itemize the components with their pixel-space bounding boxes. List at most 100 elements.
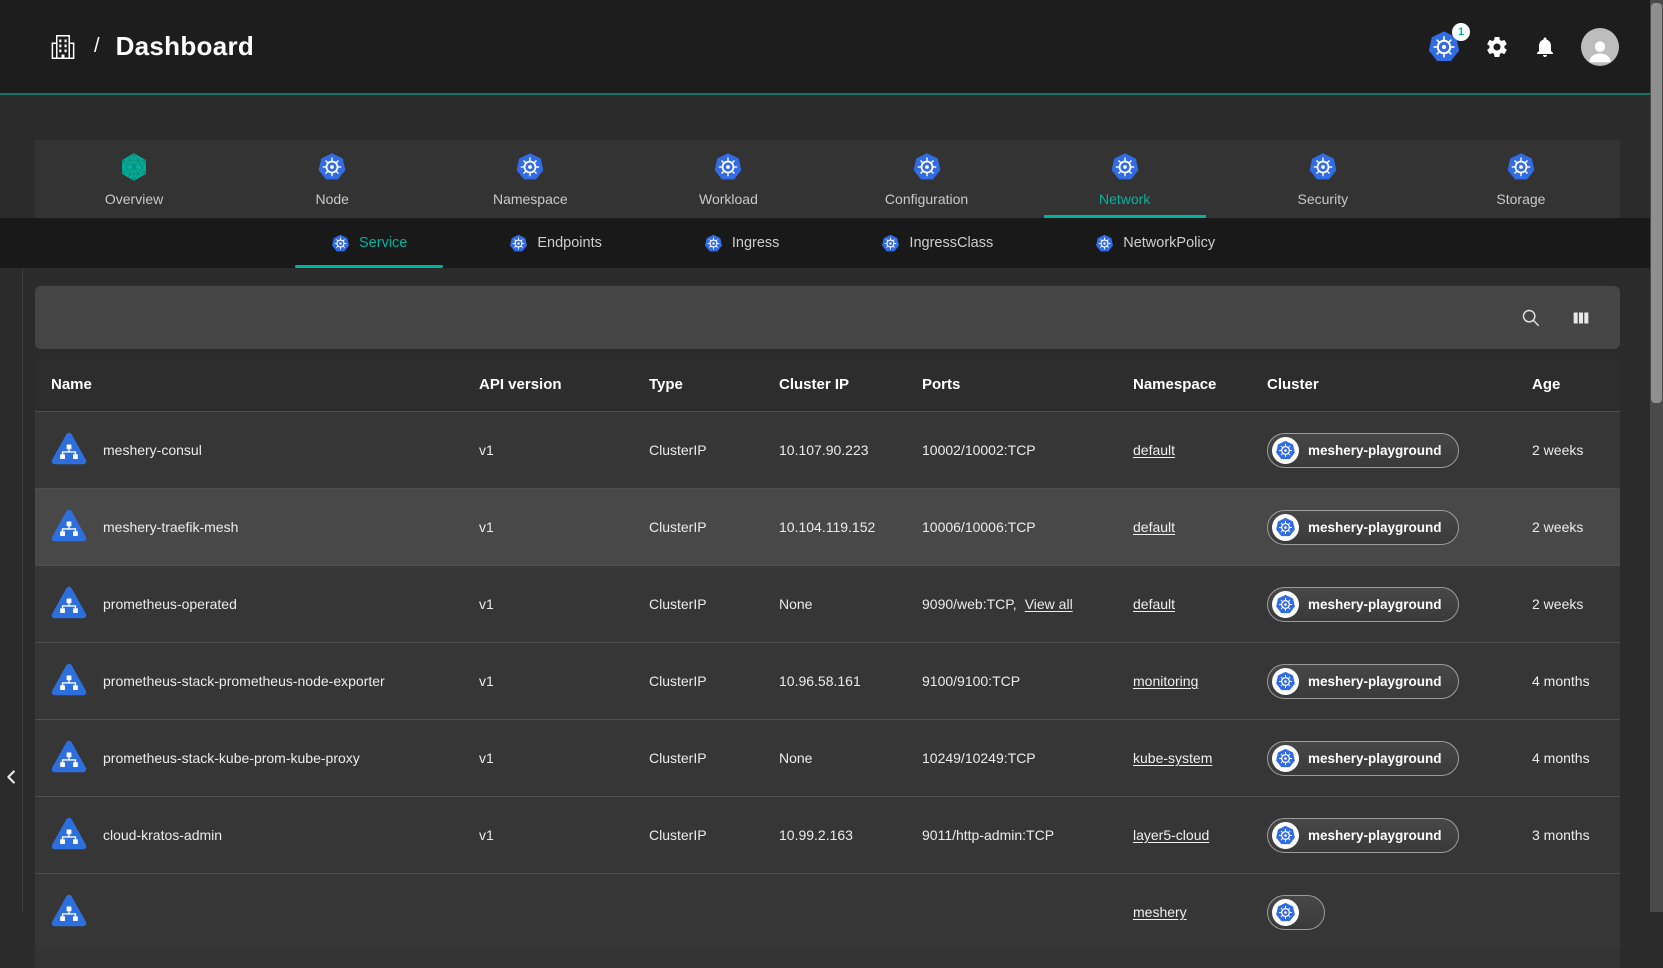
namespace-link[interactable]: monitoring (1133, 673, 1198, 689)
subtab-label: NetworkPolicy (1123, 235, 1215, 251)
cluster-chip[interactable] (1267, 895, 1325, 930)
subtab-networkpolicy[interactable]: NetworkPolicy (1089, 218, 1221, 268)
column-header-namespace[interactable]: Namespace (1133, 376, 1267, 393)
cluster-chip[interactable]: meshery-playground (1267, 587, 1459, 622)
cell-cluster: meshery-playground (1267, 664, 1532, 699)
cluster-chip[interactable]: meshery-playground (1267, 433, 1459, 468)
subtab-ingressclass[interactable]: IngressClass (875, 218, 999, 268)
subtab-label: Ingress (732, 235, 780, 251)
tab-node[interactable]: Node (233, 140, 431, 218)
cluster-chip[interactable]: meshery-playground (1267, 510, 1459, 545)
subtab-label: Endpoints (537, 235, 602, 251)
view-columns-button[interactable] (1570, 307, 1592, 329)
table-row[interactable]: prometheus-stack-kube-prom-kube-proxy v1… (35, 719, 1620, 796)
tab-security[interactable]: Security (1224, 140, 1422, 218)
cell-ports: 9011/http-admin:TCP (922, 827, 1133, 843)
kubernetes-icon (704, 234, 723, 253)
tab-workload[interactable]: Workload (629, 140, 827, 218)
tab-namespace[interactable]: Namespace (431, 140, 629, 218)
network-subtabs: Service Endpoints Ingress IngressClass N… (0, 218, 1663, 268)
cell-name: prometheus-operated (35, 586, 479, 622)
tab-overview[interactable]: Overview (35, 140, 233, 218)
column-header-ports[interactable]: Ports (922, 376, 1133, 393)
tab-label: Namespace (493, 191, 568, 207)
cell-ports: 10006/10006:TCP (922, 519, 1133, 535)
page-scrollbar[interactable] (1650, 0, 1663, 912)
cell-cluster-ip: None (779, 750, 922, 766)
cell-type: ClusterIP (649, 827, 779, 843)
kubernetes-icon (1095, 234, 1114, 253)
breadcrumb-separator: / (94, 35, 100, 58)
namespace-link[interactable]: layer5-cloud (1133, 827, 1209, 843)
collapse-panel-button[interactable] (0, 758, 23, 798)
table-row[interactable]: prometheus-stack-prometheus-node-exporte… (35, 642, 1620, 719)
cell-cluster (1267, 895, 1532, 930)
tab-label: Overview (105, 191, 163, 207)
kubernetes-icon (912, 152, 942, 182)
cell-namespace: meshery (1133, 904, 1267, 920)
service-icon (49, 663, 89, 699)
column-header-cluster[interactable]: Cluster (1267, 376, 1532, 393)
cell-cluster-ip: 10.107.90.223 (779, 442, 922, 458)
subtab-ingress[interactable]: Ingress (698, 218, 786, 268)
cell-cluster: meshery-playground (1267, 510, 1532, 545)
kubernetes-icon (331, 234, 350, 253)
settings-button[interactable] (1485, 35, 1509, 59)
column-header-api-version[interactable]: API version (479, 376, 649, 393)
table-row[interactable]: cloud-kratos-admin v1 ClusterIP 10.99.2.… (35, 796, 1620, 873)
table-header-row: Name API version Type Cluster IP Ports N… (35, 358, 1620, 411)
header-accent-divider (0, 93, 1663, 95)
cell-cluster: meshery-playground (1267, 433, 1532, 468)
namespace-link[interactable]: default (1133, 442, 1175, 458)
notifications-button[interactable] (1533, 35, 1557, 59)
cell-namespace: default (1133, 519, 1267, 535)
cell-name: prometheus-stack-prometheus-node-exporte… (35, 663, 479, 699)
cell-cluster-ip: 10.99.2.163 (779, 827, 922, 843)
column-header-age[interactable]: Age (1532, 376, 1620, 393)
cluster-chip[interactable]: meshery-playground (1267, 664, 1459, 699)
tab-configuration[interactable]: Configuration (828, 140, 1026, 218)
tab-label: Network (1099, 191, 1150, 207)
view-columns-icon (1570, 307, 1592, 329)
search-button[interactable] (1520, 307, 1542, 329)
subtab-endpoints[interactable]: Endpoints (503, 218, 608, 268)
tab-storage[interactable]: Storage (1422, 140, 1620, 218)
building-icon[interactable] (48, 32, 78, 62)
table-row[interactable]: meshery-consul v1 ClusterIP 10.107.90.22… (35, 411, 1620, 488)
namespace-link[interactable]: default (1133, 596, 1175, 612)
cluster-chip[interactable]: meshery-playground (1267, 818, 1459, 853)
namespace-link[interactable]: default (1133, 519, 1175, 535)
cluster-chip[interactable]: meshery-playground (1267, 741, 1459, 776)
cell-cluster-ip: 10.96.58.161 (779, 673, 922, 689)
cell-type: ClusterIP (649, 750, 779, 766)
resource-tabs: Overview Node Namespace Workload Configu… (35, 140, 1620, 218)
kubernetes-icon (1272, 591, 1299, 618)
tab-label: Configuration (885, 191, 968, 207)
table-row[interactable]: meshery-traefik-mesh v1 ClusterIP 10.104… (35, 488, 1620, 565)
kubernetes-context-button[interactable]: 1 (1427, 30, 1461, 64)
tab-network[interactable]: Network (1026, 140, 1224, 218)
cell-namespace: default (1133, 442, 1267, 458)
service-name: prometheus-operated (103, 596, 237, 612)
service-icon (49, 586, 89, 622)
namespace-link[interactable]: meshery (1133, 904, 1187, 920)
namespace-link[interactable]: kube-system (1133, 750, 1212, 766)
subtab-service[interactable]: Service (325, 218, 413, 268)
cell-type: ClusterIP (649, 519, 779, 535)
scrollbar-thumb[interactable] (1651, 3, 1662, 403)
table-row[interactable]: prometheus-operated v1 ClusterIP None 90… (35, 565, 1620, 642)
cell-cluster: meshery-playground (1267, 741, 1532, 776)
column-header-cluster-ip[interactable]: Cluster IP (779, 376, 922, 393)
kubernetes-icon (1308, 152, 1338, 182)
avatar-icon (1585, 36, 1615, 66)
profile-avatar-button[interactable] (1581, 28, 1619, 66)
kubernetes-icon (317, 152, 347, 182)
cell-type: ClusterIP (649, 673, 779, 689)
tab-label: Workload (699, 191, 758, 207)
column-header-name[interactable]: Name (35, 376, 479, 393)
column-header-type[interactable]: Type (649, 376, 779, 393)
view-all-ports-link[interactable]: View all (1025, 596, 1073, 612)
cell-cluster: meshery-playground (1267, 587, 1532, 622)
cell-namespace: monitoring (1133, 673, 1267, 689)
cell-api-version: v1 (479, 750, 649, 766)
